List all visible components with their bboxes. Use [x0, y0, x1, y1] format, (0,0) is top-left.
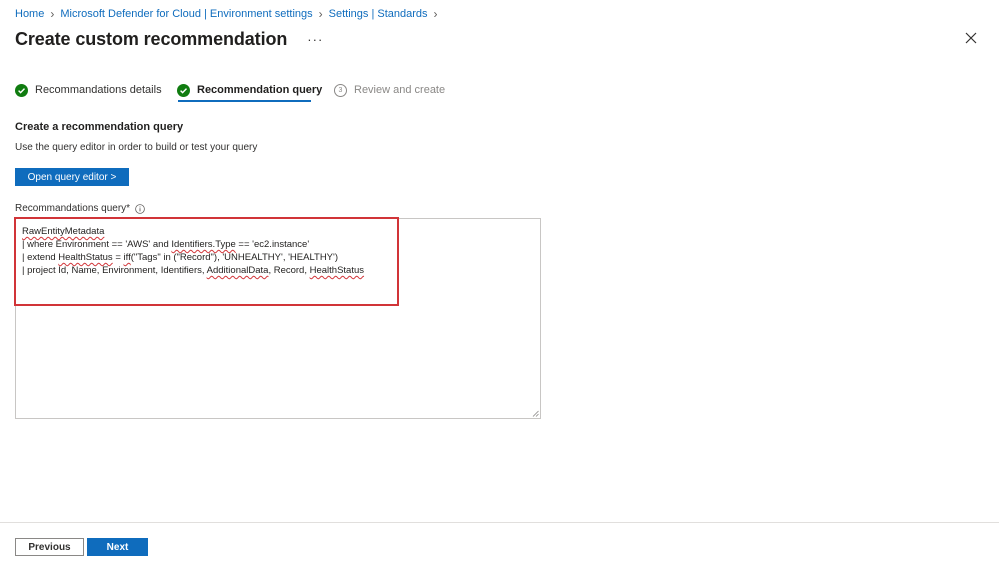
- section-title: Create a recommendation query: [15, 121, 184, 133]
- more-options-button[interactable]: ···: [307, 32, 323, 47]
- title-row: Create custom recommendation ···: [15, 28, 323, 50]
- chevron-right-icon: ›: [433, 7, 438, 21]
- open-query-editor-button[interactable]: Open query editor >: [15, 168, 129, 186]
- resize-handle-icon[interactable]: [532, 410, 539, 417]
- info-icon[interactable]: [135, 203, 145, 214]
- tab-recommendation-query[interactable]: Recommendation query: [177, 79, 322, 101]
- query-token: | extend: [22, 252, 59, 263]
- breadcrumb-settings-standards[interactable]: Settings | Standards: [329, 8, 428, 20]
- breadcrumb-environment-settings[interactable]: Microsoft Defender for Cloud | Environme…: [60, 8, 312, 20]
- step-number-icon: 3: [334, 83, 347, 97]
- query-token: HealthStatus: [58, 252, 113, 263]
- query-text: RawEntityMetadata | where Environment == …: [22, 225, 364, 277]
- query-label: Recommandations query *: [15, 203, 145, 214]
- query-token: AdditionalData: [206, 265, 269, 276]
- query-token: , Record,: [268, 265, 310, 276]
- step-label: Recommendation query: [197, 84, 323, 96]
- query-token: Identifiers.Type: [171, 239, 236, 250]
- query-line: | project Id, Name, Environment, Identif…: [22, 264, 364, 277]
- active-step-indicator: [178, 100, 311, 102]
- query-line: | extend HealthStatus = iff("Tags" in ("…: [22, 251, 364, 264]
- step-label: Recommandations details: [35, 84, 162, 96]
- previous-button[interactable]: Previous: [15, 538, 84, 556]
- query-token: | where Environment == 'AWS' and: [22, 239, 172, 250]
- required-mark: *: [126, 203, 131, 214]
- section-description: Use the query editor in order to build o…: [15, 142, 258, 153]
- query-textarea[interactable]: RawEntityMetadata | where Environment == …: [15, 218, 541, 419]
- query-token: =: [112, 252, 124, 263]
- query-token: ("Tags" in ("Record"), 'UNHEALTHY', 'HEA…: [130, 252, 338, 263]
- checkmark-circle-icon: [15, 83, 28, 97]
- query-line: | where Environment == 'AWS' and Identif…: [22, 238, 364, 251]
- tab-recommendation-details[interactable]: Recommandations details: [15, 79, 162, 101]
- close-icon: [965, 32, 977, 44]
- next-button[interactable]: Next: [87, 538, 148, 556]
- step-label: Review and create: [354, 84, 446, 96]
- breadcrumb-home[interactable]: Home: [15, 8, 44, 20]
- tab-review-and-create[interactable]: 3 Review and create: [334, 79, 445, 101]
- query-token: == 'ec2.instance': [235, 239, 310, 250]
- query-token: RawEntityMetadata: [22, 226, 105, 237]
- query-token: HealthStatus: [309, 265, 365, 276]
- breadcrumb: Home › Microsoft Defender for Cloud | En…: [15, 7, 444, 21]
- checkmark-circle-icon: [177, 83, 190, 97]
- query-token: iff: [123, 252, 131, 263]
- chevron-right-icon: ›: [318, 7, 323, 21]
- chevron-right-icon: ›: [50, 7, 55, 21]
- close-button[interactable]: [963, 30, 979, 46]
- page-title: Create custom recommendation: [15, 28, 288, 49]
- query-label-text: Recommandations query: [15, 203, 127, 214]
- footer-divider: [0, 522, 999, 523]
- step-number: 3: [334, 83, 347, 97]
- query-token: | project Id, Name, Environment, Identif…: [22, 265, 207, 276]
- query-line: RawEntityMetadata: [22, 225, 364, 238]
